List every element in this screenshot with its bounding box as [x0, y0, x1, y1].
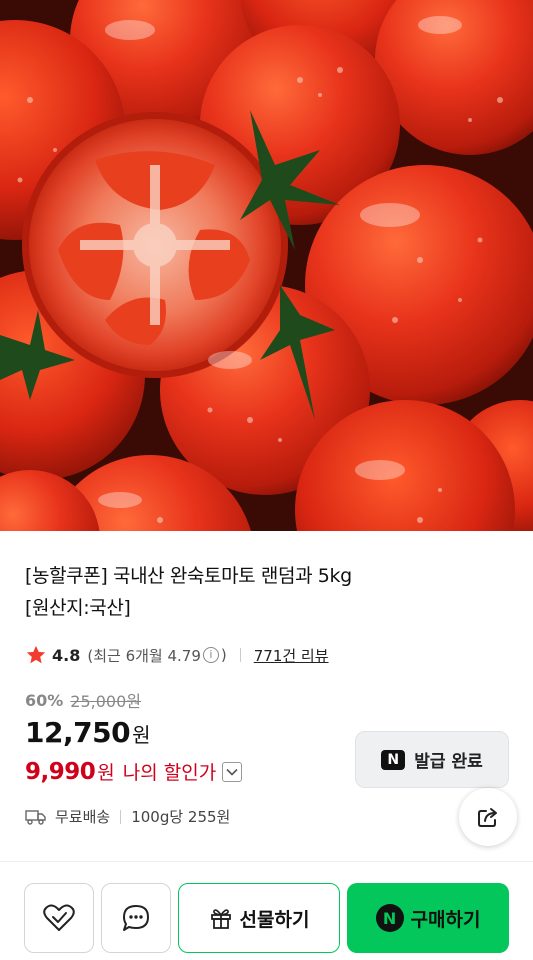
divider [120, 809, 122, 824]
review-count-link[interactable]: 771건 리뷰 [254, 645, 329, 666]
recent-rating-close: ) [220, 646, 227, 664]
share-icon [478, 808, 497, 827]
my-discount-price[interactable]: 9,990 원 나의 할인가 [25, 758, 243, 785]
rating-row: 4.8 (최근 6개월 4.79 i ) 771건 리뷰 [25, 643, 329, 667]
truck-icon [25, 809, 46, 825]
sale-price-value: 12,750 [25, 716, 131, 749]
my-price-label: 나의 할인가 [122, 762, 217, 784]
wishlist-button[interactable] [24, 883, 94, 953]
gift-icon [210, 909, 231, 929]
product-title: [농할쿠폰] 국내산 완숙토마토 랜덤과 5kg [원산지:국산] [25, 560, 505, 624]
product-title-line-1: [농할쿠폰] 국내산 완숙토마토 랜덤과 5kg [25, 565, 352, 587]
naver-pay-n-icon: N [375, 904, 404, 932]
coupon-label: 발급 완료 [414, 752, 483, 772]
section-divider [0, 861, 533, 862]
buy-button[interactable]: N 구매하기 [347, 883, 509, 953]
coupon-issued-button[interactable]: N 발급 완료 [355, 731, 509, 788]
divider [239, 648, 241, 662]
original-price: 25,000원 [70, 692, 142, 711]
naver-n-icon: N [381, 749, 406, 770]
recent-rating-text: (최근 6개월 4.79 [87, 646, 201, 665]
sale-price-unit: 원 [132, 723, 150, 747]
unit-price: 100g당 255원 [131, 808, 231, 826]
bottom-action-bar: 선물하기 N 구매하기 [0, 872, 533, 960]
star-icon [26, 645, 46, 664]
product-title-line-2: [원산지:국산] [25, 597, 131, 619]
discount-row: 60% 25,000원 [25, 688, 141, 712]
tomato-photo [0, 0, 533, 531]
buy-label: 구매하기 [410, 908, 481, 931]
product-image[interactable] [0, 0, 533, 531]
info-icon[interactable]: i [202, 647, 219, 663]
my-price-value: 9,990 [25, 758, 96, 785]
share-button[interactable] [459, 788, 517, 846]
chat-bubble-icon [123, 905, 149, 931]
rating-value: 4.8 [52, 645, 81, 665]
gift-button[interactable]: 선물하기 [178, 883, 340, 953]
my-price-unit: 원 [97, 762, 115, 784]
chat-inquiry-button[interactable] [101, 883, 171, 953]
heart-check-icon [43, 904, 75, 931]
gift-label: 선물하기 [239, 908, 310, 931]
discount-rate: 60% [25, 690, 64, 710]
delivery-row: 무료배송 100g당 255원 [25, 806, 230, 827]
free-delivery-label: 무료배송 [55, 808, 111, 826]
sale-price: 12,750 원 [25, 716, 150, 749]
chevron-down-icon[interactable] [222, 761, 243, 782]
